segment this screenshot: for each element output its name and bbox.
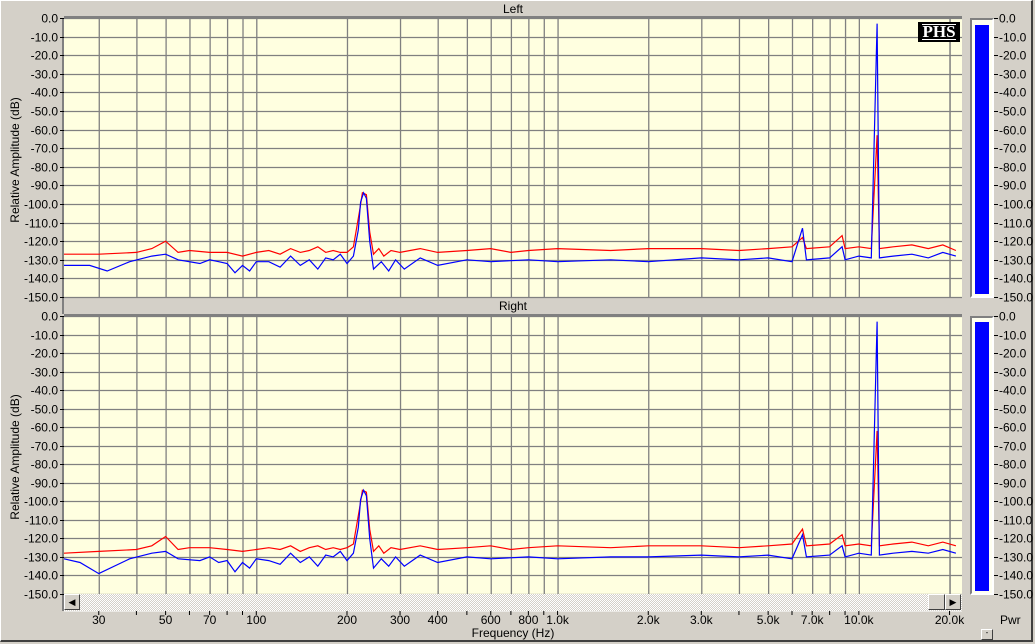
x-tick-label: 600 [480,613,501,627]
y-tick-label: -40.0 [31,86,59,100]
y-tick-label: -100.0 [24,495,58,509]
meter-tick-label: -30.0 [999,366,1027,380]
meter-tick-label: 0.0 [999,12,1016,26]
scroll-thumb[interactable] [928,594,945,610]
meter-tick-label: -140.0 [999,272,1033,286]
phs-logo: PHS [918,22,960,42]
meter-tick-label: -80.0 [999,458,1027,472]
meter-tick-label: -120.0 [999,235,1033,249]
scroll-left-button[interactable]: ◀ [64,594,80,610]
y-tick-label: -30.0 [31,366,59,380]
y-tick-label: 0.0 [41,310,58,324]
y-tick-label: -140.0 [24,272,58,286]
horizontal-scrollbar[interactable]: ◀ ▶ [64,594,962,611]
meter-tick-label: -80.0 [999,161,1027,175]
x-tick-label: 30 [92,613,106,627]
x-tick-label: 70 [202,613,217,627]
y-tick-label: -90.0 [31,477,59,491]
y-tick-label: -90.0 [31,179,59,193]
x-tick-label: 3.0k [689,613,713,627]
y-tick-label: -50.0 [31,403,59,417]
y-tick-label: -60.0 [31,421,59,435]
y-tick-label: -60.0 [31,124,59,138]
y-tick-label: -110.0 [25,217,58,231]
x-tick-label: 100 [246,613,267,627]
meter-tick-label: -50.0 [999,403,1027,417]
y-tick-label: -150.0 [24,588,58,602]
meter-tick-label: -40.0 [999,384,1027,398]
meter-tick-label: -70.0 [999,142,1027,156]
meter-tick-label: -10.0 [999,31,1027,45]
meter-tick-label: -140.0 [999,569,1033,583]
x-tick-label: 1.0k [546,613,569,627]
meter-tick-label: -20.0 [999,49,1027,63]
meter-tick-label: -150.0 [999,291,1033,305]
y-tick-label: -120.0 [24,235,58,249]
meter-tick-label: -60.0 [999,124,1027,138]
y-tick-label: -70.0 [31,142,59,156]
meter-tick-label: -130.0 [999,551,1033,565]
meter-tick-label: -120.0 [999,532,1033,546]
y-tick-label: -130.0 [24,254,58,268]
y-tick-label: -50.0 [31,105,59,119]
meter-tick-label: -30.0 [999,68,1027,82]
y-tick-label: -30.0 [31,68,59,82]
x-tick-label: 2.0k [636,613,660,627]
minimize-button[interactable]: - [981,629,993,640]
plot-area [64,18,962,297]
plot-area [64,316,962,594]
x-tick-label: 10.0k [844,613,874,627]
x-tick-label: 300 [390,613,411,627]
y-tick-label: -70.0 [31,440,59,454]
scroll-right-button[interactable]: ▶ [945,594,961,610]
y-tick-label: -10.0 [31,31,59,45]
meter-tick-label: -50.0 [999,105,1027,119]
meter-tick-label: -100.0 [999,495,1033,509]
y-tick-label: -40.0 [31,384,59,398]
meter-tick-label: -100.0 [999,198,1033,212]
y-tick-label: -140.0 [24,569,58,583]
x-tick-label: 5.0k [756,613,780,627]
y-tick-label: -110.0 [25,514,58,528]
x-axis-label: Frequency (Hz) [471,626,555,640]
meter-tick-label: -70.0 [999,440,1027,454]
y-tick-label: -80.0 [31,458,59,472]
y-tick-label: -100.0 [24,198,58,212]
power-meter-bar [975,322,989,591]
y-tick-label: -120.0 [24,532,58,546]
y-tick-label: -10.0 [31,329,59,343]
meter-tick-label: -110.0 [999,217,1032,231]
y-tick-label: -130.0 [24,551,58,565]
x-tick-label: 50 [158,613,173,627]
x-tick-label: 7.0k [800,613,824,627]
meter-tick-label: -150.0 [999,588,1033,602]
y-tick-label: 0.0 [41,12,58,26]
power-meter-left [970,18,994,298]
power-meter-right [970,316,994,595]
y-tick-label: -150.0 [24,291,58,305]
y-tick-label: -20.0 [31,347,59,361]
x-tick-label: 20.0k [934,613,965,627]
meter-tick-label: -90.0 [999,179,1027,193]
x-tick-label: 400 [427,613,448,627]
meter-tick-label: -10.0 [999,329,1027,343]
meter-tick-label: -60.0 [999,421,1027,435]
meter-tick-label: 0.0 [999,310,1016,324]
y-tick-label: -80.0 [31,161,59,175]
meter-tick-label: -110.0 [999,514,1032,528]
meter-tick-label: -20.0 [999,347,1027,361]
power-meter-bar [975,25,989,294]
meter-tick-label: -40.0 [999,86,1027,100]
spectrum-chart: 0.0 0.0 -10.0 -10.0 -20.0 -20.0 -30.0 -30.0 -40.… [24,12,1033,615]
meter-tick-label: -90.0 [999,477,1027,491]
x-tick-label: 800 [518,613,539,627]
y-tick-label: -20.0 [31,49,59,63]
logo-text: PHS [922,22,956,41]
meter-tick-label: -130.0 [999,254,1033,268]
x-tick-label: 200 [336,613,357,627]
power-label: Pwr [1000,613,1021,627]
